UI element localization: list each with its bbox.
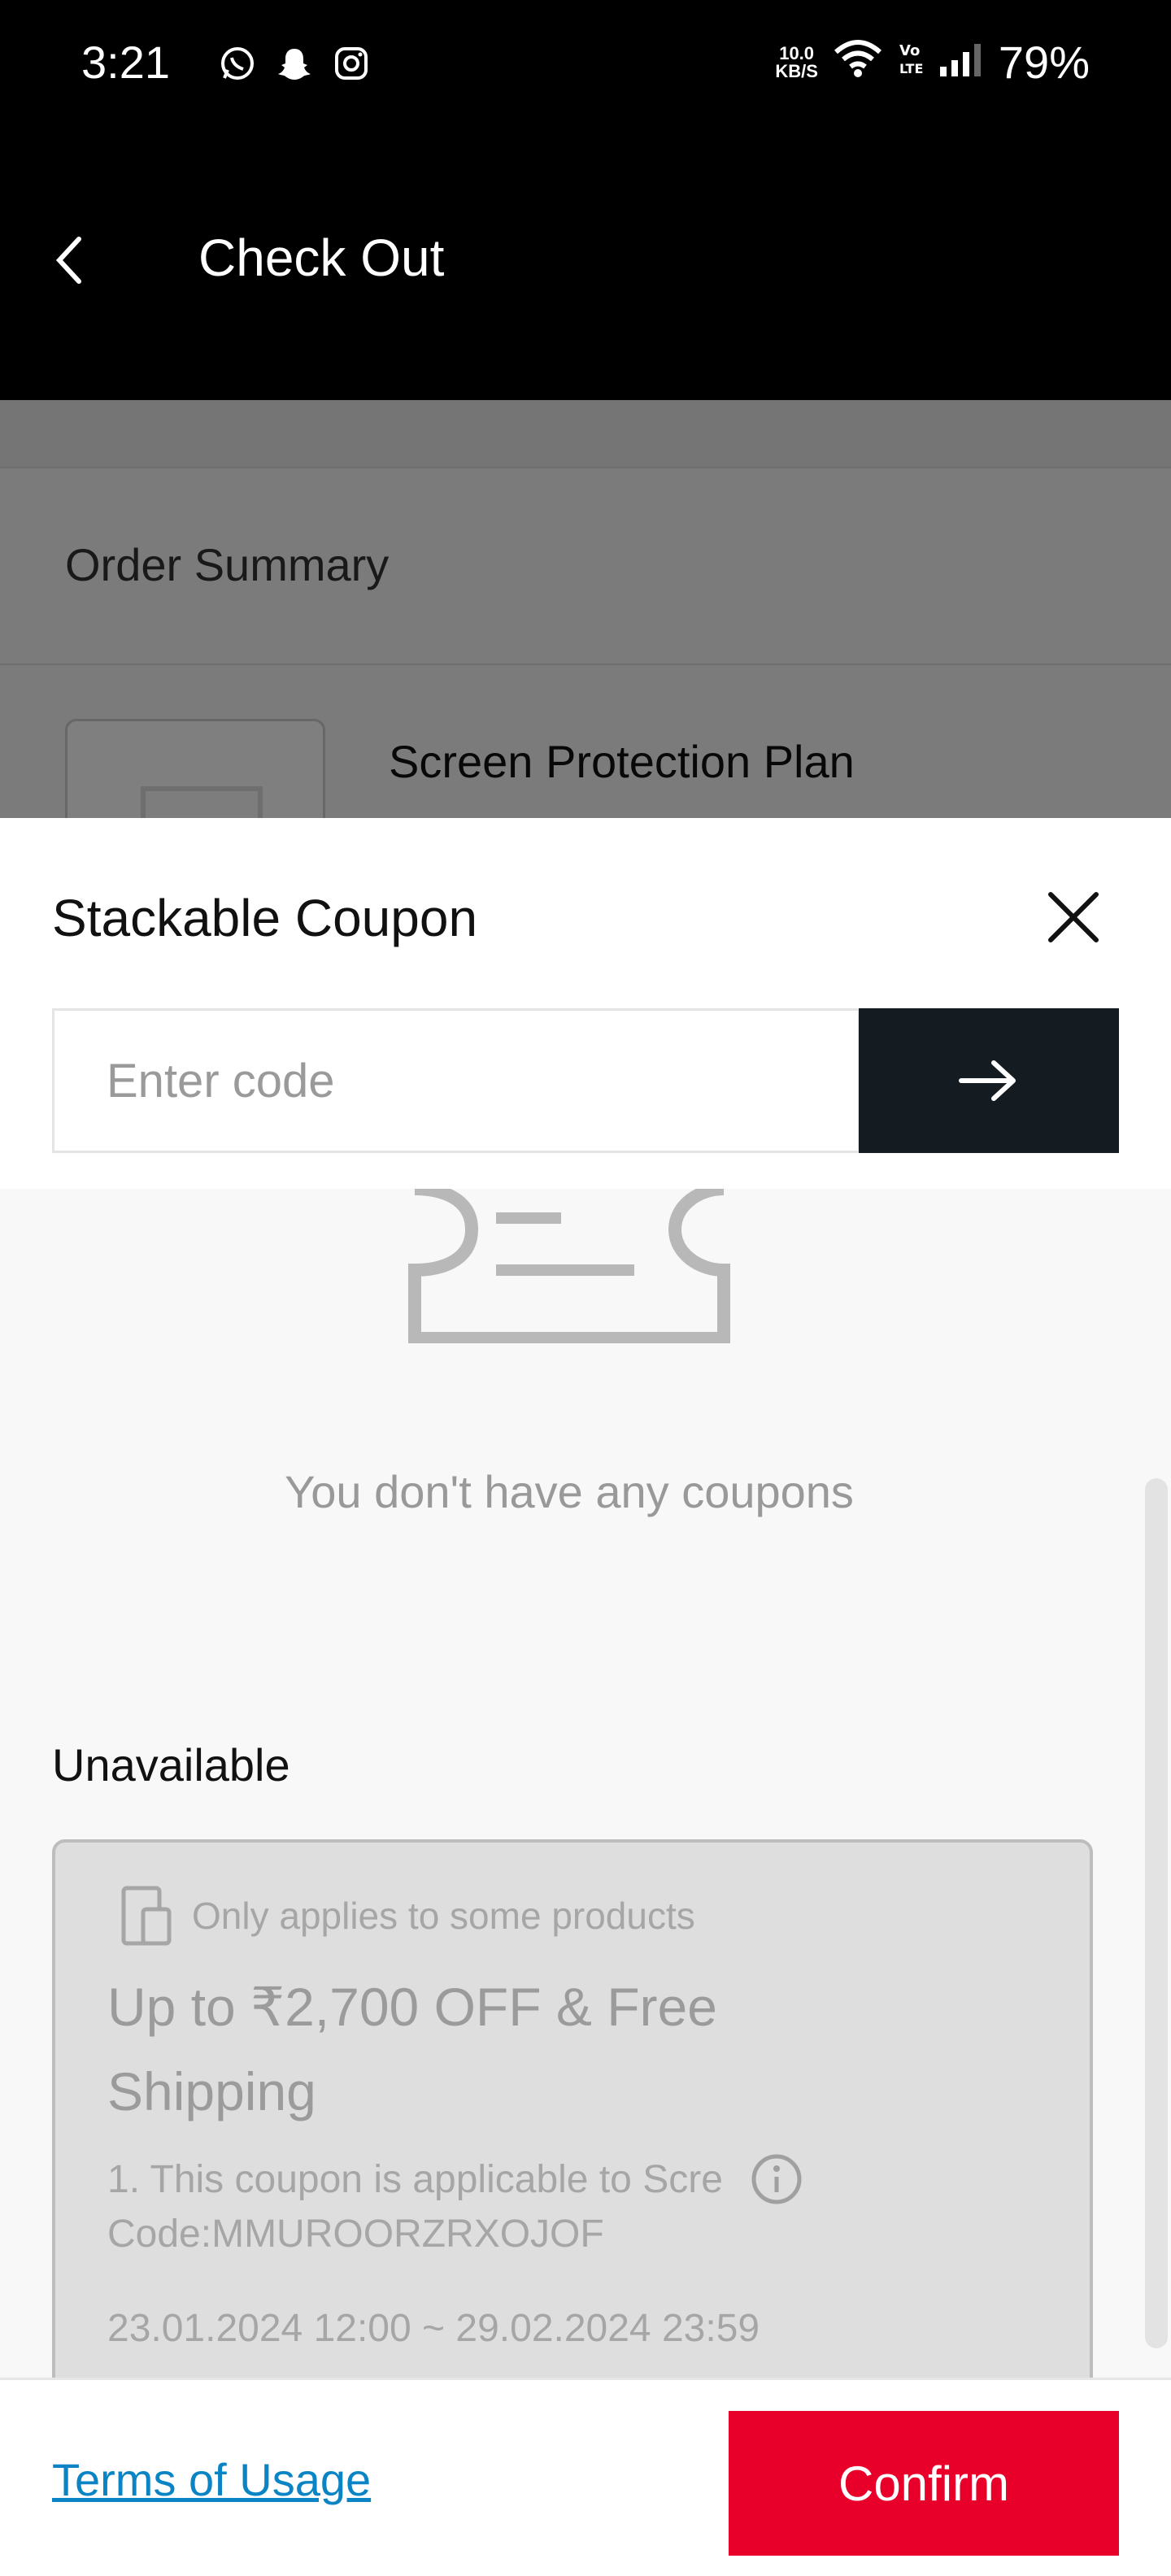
whatsapp-icon xyxy=(218,44,257,83)
info-icon[interactable] xyxy=(751,2153,803,2205)
apply-code-button[interactable] xyxy=(859,1008,1119,1153)
unavailable-heading: Unavailable xyxy=(52,1739,290,1791)
scrollbar[interactable] xyxy=(1145,1478,1168,2348)
empty-coupons-message: You don't have any coupons xyxy=(285,1466,854,1517)
back-button[interactable] xyxy=(41,220,98,301)
system-status: 10.0 KB/S Vo LTE 79% xyxy=(775,36,1090,89)
close-button[interactable] xyxy=(1039,883,1108,951)
battery-text: 79% xyxy=(998,37,1090,88)
coupon-title: Up to ₹2,700 OFF & Free Shipping xyxy=(107,1977,717,2121)
empty-coupon-illustration xyxy=(408,1189,730,1343)
sheet-title: Stackable Coupon xyxy=(52,889,478,947)
net-speed-unit: KB/S xyxy=(775,60,818,81)
status-bar: 3:21 10.0 KB/S Vo LTE 79% xyxy=(0,0,1171,130)
confirm-button[interactable]: Confirm xyxy=(729,2411,1119,2556)
net-speed-value: 10.0 xyxy=(779,42,815,63)
app-header: Check Out xyxy=(0,130,1171,400)
coupon-list[interactable]: You don't have any coupons Unavailable O… xyxy=(0,1189,1171,2378)
coupon-sheet: Stackable Coupon You don't have any coup… xyxy=(0,818,1171,2576)
coupon-scope: Only applies to some products xyxy=(120,1885,695,1947)
svg-text:LTE: LTE xyxy=(899,61,923,76)
coupon-description: 1. This coupon is applicable to Scre xyxy=(107,2157,723,2201)
page-title: Check Out xyxy=(198,228,445,287)
product-device-icon xyxy=(121,1886,172,1946)
coupon-code-field xyxy=(52,1008,860,1153)
chevron-left-icon xyxy=(55,237,81,284)
modal-overlay[interactable] xyxy=(0,400,1171,823)
coupon-description-row: 1. This coupon is applicable to Scre xyxy=(107,2153,803,2205)
status-time: 3:21 xyxy=(81,37,170,88)
svg-text:Vo: Vo xyxy=(899,42,920,59)
snapchat-icon xyxy=(275,44,314,83)
notification-icons xyxy=(218,44,371,83)
net-speed: 10.0 KB/S xyxy=(775,42,818,81)
coupon-code: Code:MMUROORZRXOJOF xyxy=(107,2213,604,2256)
instagram-icon xyxy=(332,44,371,83)
coupon-card[interactable]: Only applies to some products Up to ₹2,7… xyxy=(52,1839,1093,2378)
close-icon xyxy=(1048,892,1099,942)
coupon-validity: 23.01.2024 12:00 ~ 29.02.2024 23:59 xyxy=(107,2307,760,2350)
arrow-right-icon xyxy=(959,1060,1016,1101)
volte-icon: Vo LTE xyxy=(898,36,924,89)
coupon-code-input[interactable] xyxy=(54,1011,858,1151)
wifi-icon xyxy=(833,36,883,89)
signal-icon xyxy=(938,36,984,89)
sheet-footer: Terms of Usage Confirm xyxy=(0,2378,1171,2576)
terms-of-usage-link[interactable]: Terms of Usage xyxy=(52,2453,371,2506)
coupon-scope-text: Only applies to some products xyxy=(192,1895,695,1937)
